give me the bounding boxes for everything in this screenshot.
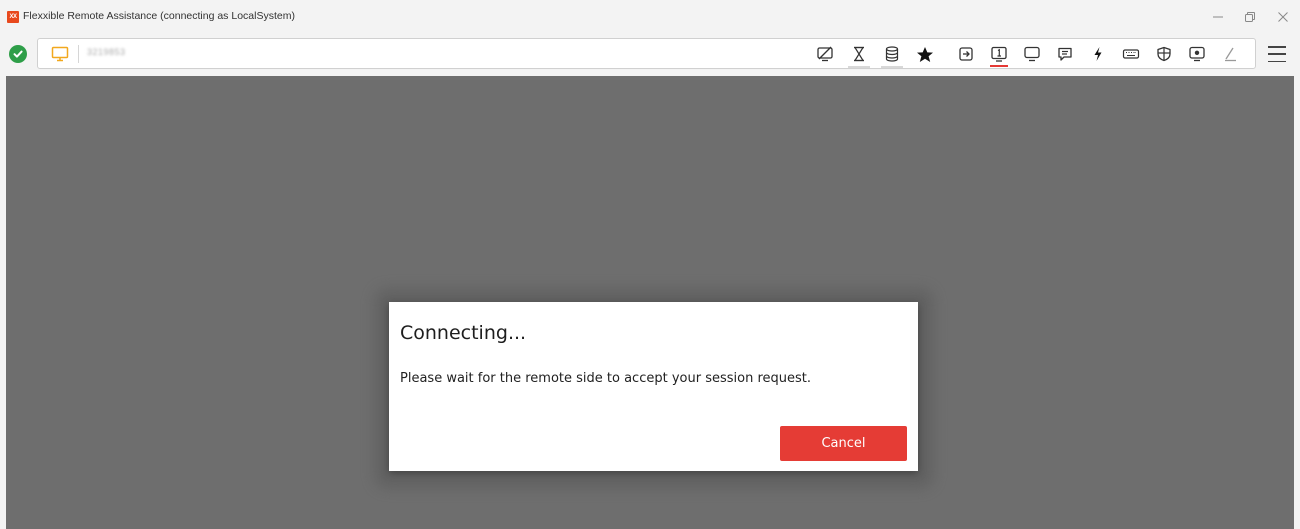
- favorite-button[interactable]: [914, 44, 936, 64]
- menu-line-icon: [1268, 60, 1286, 62]
- hide-screen-button[interactable]: [814, 44, 836, 64]
- hide-screen-icon: [817, 46, 833, 62]
- menu-line-icon: [1268, 46, 1286, 48]
- hourglass-icon: [854, 46, 864, 62]
- record-icon: [1189, 46, 1205, 62]
- menu-line-icon: [1268, 53, 1286, 55]
- toolbar: 3219853: [0, 36, 1300, 72]
- dialog-message: Please wait for the remote side to accep…: [400, 371, 811, 386]
- restore-icon: [1245, 12, 1255, 22]
- annotate-button[interactable]: [1219, 44, 1241, 64]
- shield-icon: [1157, 46, 1171, 62]
- minimize-button[interactable]: [1207, 6, 1229, 28]
- wait-button[interactable]: [848, 44, 870, 68]
- active-tab-indicator: [990, 65, 1008, 67]
- address-bar[interactable]: 3219853: [37, 38, 1256, 69]
- pen-icon: [1225, 47, 1236, 62]
- monitor-1-icon: [991, 46, 1007, 62]
- connection-status-icon: [9, 45, 27, 63]
- close-icon: [1278, 12, 1288, 22]
- file-transfer-button[interactable]: [955, 44, 977, 64]
- dialog-title: Connecting...: [400, 322, 527, 344]
- keyboard-button[interactable]: [1120, 44, 1142, 64]
- keyboard-icon: [1122, 49, 1140, 59]
- app-window: XX Flexxible Remote Assistance (connecti…: [0, 0, 1300, 529]
- connecting-dialog: Connecting... Please wait for the remote…: [389, 302, 918, 471]
- security-button[interactable]: [1153, 44, 1175, 64]
- minimize-icon: [1213, 16, 1223, 18]
- message-button[interactable]: [1054, 44, 1076, 64]
- chat-icon: [1024, 46, 1040, 62]
- address-separator: [78, 45, 79, 63]
- app-logo-icon: XX: [7, 11, 19, 23]
- target-id-field[interactable]: 3219853: [87, 47, 126, 57]
- database-button[interactable]: [881, 44, 903, 68]
- restore-button[interactable]: [1239, 6, 1261, 28]
- cancel-button[interactable]: Cancel: [780, 426, 907, 461]
- actions-button[interactable]: [1087, 44, 1109, 64]
- lightning-icon: [1094, 47, 1102, 61]
- monitor-icon: [51, 46, 69, 62]
- file-transfer-icon: [959, 47, 973, 61]
- database-icon: [885, 46, 899, 62]
- record-button[interactable]: [1186, 44, 1208, 64]
- window-title: Flexxible Remote Assistance (connecting …: [23, 10, 295, 22]
- chat-button[interactable]: [1021, 44, 1043, 64]
- title-bar: XX Flexxible Remote Assistance (connecti…: [0, 0, 1300, 34]
- close-button[interactable]: [1272, 6, 1294, 28]
- message-icon: [1058, 47, 1072, 61]
- monitor-1-button[interactable]: [988, 44, 1010, 67]
- favorite-star-icon: [917, 46, 933, 62]
- hamburger-menu-button[interactable]: [1266, 43, 1288, 65]
